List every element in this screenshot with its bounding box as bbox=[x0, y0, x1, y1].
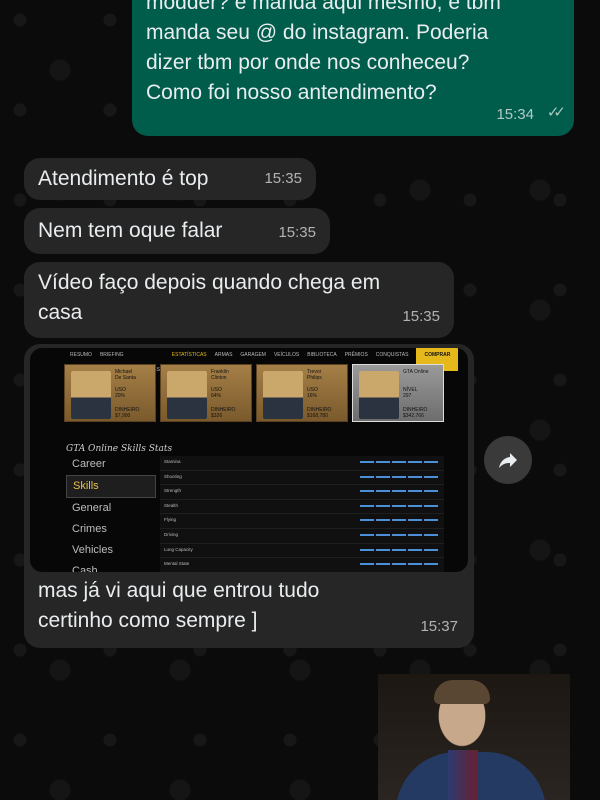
message-text: Atendimento é top bbox=[38, 167, 209, 190]
character-stats: NÍVEL 297 bbox=[403, 387, 418, 399]
read-receipt-icon: ✓✓ bbox=[546, 104, 566, 121]
character-name: Franklin Clinton bbox=[211, 369, 229, 381]
skill-bar bbox=[360, 533, 438, 536]
character-portrait bbox=[359, 371, 399, 419]
skill-label: Driving bbox=[164, 531, 179, 537]
forward-button[interactable] bbox=[484, 436, 532, 484]
character-card: Trevor Philips USO 16% DINHEIRO $168,780 bbox=[256, 364, 348, 422]
skill-label: Mental State bbox=[164, 561, 190, 567]
person-shirt bbox=[448, 750, 478, 800]
message-time: 15:35 bbox=[402, 308, 440, 325]
character-card: GTA Online NÍVEL 297 DINHEIRO $342,766 bbox=[352, 364, 444, 422]
stats-menu-item: General bbox=[72, 502, 112, 514]
skill-row: Stamina bbox=[160, 456, 444, 471]
skill-bar bbox=[360, 490, 438, 493]
incoming-message[interactable]: Nem tem oque falar 15:35 bbox=[24, 208, 330, 254]
skill-bar bbox=[360, 504, 438, 507]
message-text: modder? é manda aqui mesmo, e tbm manda … bbox=[146, 0, 501, 104]
character-stats: USO 20% bbox=[115, 387, 126, 399]
character-card: Franklin Clinton USO 64% DINHEIRO $326 bbox=[160, 364, 252, 422]
message-time: 15:37 bbox=[420, 618, 458, 635]
image-caption: mas já vi aqui que entrou tudo certinho … bbox=[38, 579, 320, 632]
skill-label: Stealth bbox=[164, 502, 179, 508]
character-cards: Michael De Santa USO 20% DINHEIRO $7,900 Fr… bbox=[64, 364, 444, 424]
skill-bar bbox=[360, 519, 438, 522]
skill-row: Strength bbox=[160, 485, 444, 500]
character-card: Michael De Santa USO 20% DINHEIRO $7,900 bbox=[64, 364, 156, 422]
character-money: DINHEIRO $342,766 bbox=[403, 407, 428, 419]
skill-label: Shooting bbox=[164, 473, 182, 479]
character-stats: USO 64% bbox=[211, 387, 222, 399]
skill-row: Mental State bbox=[160, 558, 444, 572]
character-name: Trevor Philips bbox=[307, 369, 322, 381]
skill-bar bbox=[360, 563, 438, 566]
skill-label: Strength bbox=[164, 488, 182, 494]
stats-menu-item: Crimes bbox=[72, 523, 107, 535]
skill-row: Shooting bbox=[160, 470, 444, 486]
skill-label: Flying bbox=[164, 517, 177, 523]
character-money: DINHEIRO $168,780 bbox=[307, 407, 332, 419]
game-stats-screenshot[interactable]: RESUMOBRIEFINGLISTA DE PROGRESSOESTATÍST… bbox=[30, 348, 468, 572]
message-text: Nem tem oque falar bbox=[38, 219, 223, 242]
message-time: 15:35 bbox=[264, 170, 302, 187]
character-portrait bbox=[167, 371, 207, 419]
incoming-message[interactable]: Vídeo faço depois quando chega em casa 1… bbox=[24, 262, 454, 338]
outgoing-message[interactable]: modder? é manda aqui mesmo, e tbm manda … bbox=[132, 0, 574, 136]
skill-label: Stamina bbox=[164, 459, 181, 464]
skill-row: Driving bbox=[160, 528, 444, 544]
game-nav: RESUMOBRIEFINGLISTA DE PROGRESSOESTATÍST… bbox=[30, 348, 468, 373]
skill-bar bbox=[360, 461, 438, 463]
message-time: 15:35 bbox=[278, 224, 316, 241]
stats-menu-item: Career bbox=[72, 458, 106, 470]
character-stats: USO 16% bbox=[307, 387, 318, 399]
character-money: DINHEIRO $7,900 bbox=[115, 407, 140, 419]
character-portrait bbox=[71, 371, 111, 419]
skill-bar bbox=[360, 548, 438, 551]
skill-bar bbox=[360, 475, 438, 478]
skill-row: Lung Capacity bbox=[160, 543, 444, 559]
skills-rows: Stamina Shooting Strength Stealth Flying Driv… bbox=[160, 456, 444, 572]
incoming-message[interactable]: Atendimento é top 15:35 bbox=[24, 158, 316, 200]
forward-icon bbox=[499, 453, 517, 468]
message-time: 15:34 bbox=[496, 106, 534, 123]
character-name: Michael De Santa bbox=[115, 369, 136, 381]
incoming-image-message[interactable]: RESUMOBRIEFINGLISTA DE PROGRESSOESTATÍST… bbox=[24, 344, 474, 648]
stats-menu-item: Skills bbox=[66, 475, 156, 498]
person-hair bbox=[434, 680, 490, 704]
stats-menu: Career Skills General Crimes Vehicles Cash bbox=[66, 454, 156, 572]
character-portrait bbox=[263, 371, 303, 419]
message-text: Vídeo faço depois quando chega em casa bbox=[38, 271, 381, 324]
skill-row: Flying bbox=[160, 514, 444, 529]
stats-menu-item: Vehicles bbox=[72, 544, 113, 556]
stats-menu-item: Cash bbox=[72, 565, 98, 572]
character-name: GTA Online bbox=[403, 369, 429, 375]
character-money: DINHEIRO $326 bbox=[211, 407, 236, 419]
skill-row: Stealth bbox=[160, 499, 444, 515]
skill-label: Lung Capacity bbox=[164, 546, 193, 552]
video-thumbnail[interactable] bbox=[378, 674, 570, 800]
